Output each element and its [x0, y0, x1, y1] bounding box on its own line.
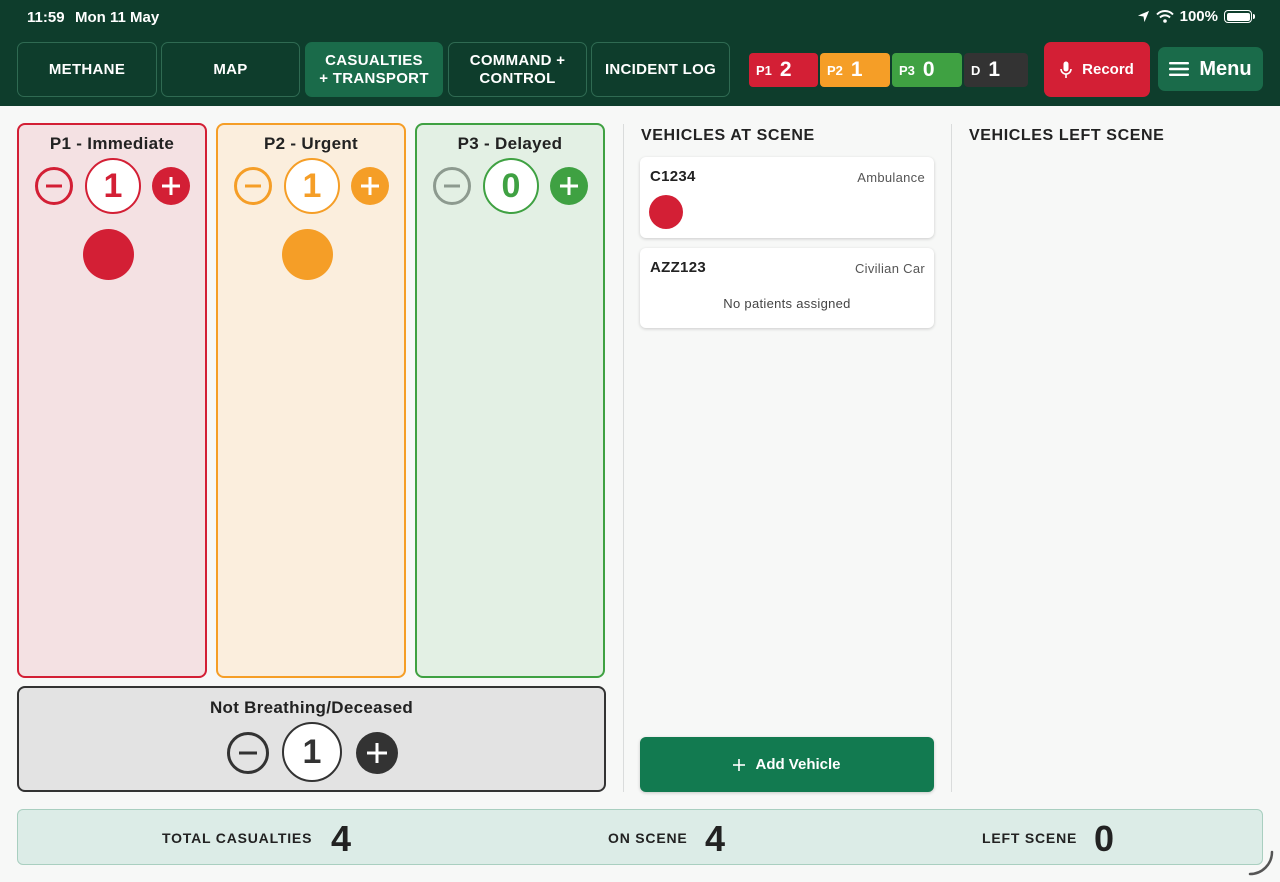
total-casualties-label: TOTAL CASUALTIES [162, 830, 313, 846]
total-casualties-value: 4 [331, 818, 352, 859]
status-time: 11:59 [27, 9, 65, 26]
vehicle-card[interactable]: C1234 Ambulance [640, 157, 934, 238]
badge-label: D [971, 62, 981, 78]
tab-label: CASUALTIES + TRANSPORT [319, 51, 429, 87]
column-divider [951, 124, 952, 792]
plus-icon [733, 758, 746, 771]
badge-label: P3 [899, 62, 915, 78]
decrement-button[interactable] [35, 167, 73, 205]
tab-label: COMMAND + CONTROL [469, 51, 566, 87]
column-divider [623, 124, 624, 792]
triage-panel-p2: P2 - Urgent 1 [216, 123, 406, 678]
left-scene-value: 0 [1094, 818, 1115, 859]
status-indicators: 100% [1137, 8, 1255, 25]
stepper-p1: 1 [19, 158, 205, 214]
minus-icon [46, 184, 62, 188]
count-badge-deceased: D 1 [964, 53, 1028, 87]
tab-methane[interactable]: METHANE [17, 42, 157, 97]
tab-incident-log[interactable]: INCIDENT LOG [591, 42, 730, 97]
vehicles-left-scene-title: VEHICLES LEFT SCENE [969, 127, 1165, 144]
tab-label: MAP [213, 60, 248, 78]
casualty-dot-p2[interactable] [282, 229, 333, 280]
increment-button[interactable] [356, 732, 398, 774]
count-badge-p2: P2 1 [820, 53, 890, 87]
triage-panel-p3: P3 - Delayed 0 [415, 123, 605, 678]
status-bar: 11:59 Mon 11 May 100% [0, 0, 1280, 34]
summary-footer: TOTAL CASUALTIES 4 ON SCENE 4 LEFT SCENE… [17, 809, 1263, 865]
minus-icon [245, 184, 261, 188]
badge-label: P2 [827, 62, 843, 78]
count-badge-p1: P1 2 [749, 53, 818, 87]
panel-title: P1 - Immediate [49, 134, 175, 153]
panel-title: P3 - Delayed [457, 134, 563, 153]
tab-casualties-transport[interactable]: CASUALTIES + TRANSPORT [305, 42, 443, 97]
decrement-button[interactable] [234, 167, 272, 205]
plus-icon [361, 177, 379, 195]
no-patients-text: No patients assigned [723, 296, 851, 311]
plus-icon [162, 177, 180, 195]
on-scene-label: ON SCENE [608, 830, 688, 846]
panel-title: Not Breathing/Deceased [209, 698, 414, 717]
increment-button[interactable] [152, 167, 190, 205]
stepper-p3: 0 [417, 158, 603, 214]
battery-percent: 100% [1179, 8, 1218, 25]
vehicle-card[interactable]: AZZ123 Civilian Car No patients assigned [640, 248, 934, 328]
vehicle-type: Ambulance [857, 170, 925, 185]
vehicle-reg: AZZ123 [650, 259, 706, 276]
badge-label: P1 [756, 62, 772, 78]
plus-icon [560, 177, 578, 195]
count-display: 1 [284, 158, 340, 214]
increment-button[interactable] [351, 167, 389, 205]
decrement-button[interactable] [433, 167, 471, 205]
stepper-p2: 1 [218, 158, 404, 214]
tab-command-control[interactable]: COMMAND + CONTROL [448, 42, 587, 97]
app-header: 11:59 Mon 11 May 100% METHANE MAP CASUAL… [0, 0, 1280, 106]
tab-label: METHANE [48, 60, 126, 78]
add-vehicle-label: Add Vehicle [755, 756, 841, 773]
status-date: Mon 11 May [75, 9, 160, 26]
menu-label: Menu [1199, 57, 1252, 80]
hamburger-icon [1169, 62, 1190, 76]
battery-icon [1224, 10, 1255, 23]
on-scene-value: 4 [705, 818, 726, 859]
location-icon [1137, 10, 1149, 23]
vehicle-type: Civilian Car [854, 261, 925, 276]
badge-value: 0 [922, 58, 935, 81]
count-display: 0 [483, 158, 539, 214]
minus-icon [444, 184, 460, 188]
wifi-icon [1155, 10, 1174, 23]
resize-handle-icon [1248, 850, 1274, 876]
count-display: 1 [282, 722, 342, 782]
add-vehicle-button[interactable]: Add Vehicle [640, 737, 934, 792]
increment-button[interactable] [550, 167, 588, 205]
badge-value: 1 [850, 58, 863, 81]
record-button[interactable]: Record [1044, 42, 1150, 97]
vehicles-at-scene-title: VEHICLES AT SCENE [641, 127, 815, 144]
panel-title: P2 - Urgent [264, 134, 358, 153]
triage-panel-p1: P1 - Immediate 1 [17, 123, 207, 678]
left-scene-label: LEFT SCENE [982, 830, 1078, 846]
decrement-button[interactable] [227, 732, 269, 774]
microphone-icon [1060, 61, 1072, 78]
count-display: 1 [85, 158, 141, 214]
casualty-dot-p1[interactable] [83, 229, 134, 280]
badge-value: 1 [988, 58, 1001, 81]
plus-icon [367, 743, 387, 763]
badge-value: 2 [779, 58, 792, 81]
count-badge-p3: P3 0 [892, 53, 962, 87]
assigned-patient-dot[interactable] [649, 195, 683, 229]
tab-map[interactable]: MAP [161, 42, 300, 97]
record-label: Record [1082, 61, 1134, 78]
tab-label: INCIDENT LOG [604, 60, 717, 78]
triage-panel-deceased: Not Breathing/Deceased 1 [17, 686, 606, 792]
vehicle-reg: C1234 [650, 168, 696, 185]
menu-button[interactable]: Menu [1158, 47, 1263, 91]
minus-icon [239, 751, 257, 755]
